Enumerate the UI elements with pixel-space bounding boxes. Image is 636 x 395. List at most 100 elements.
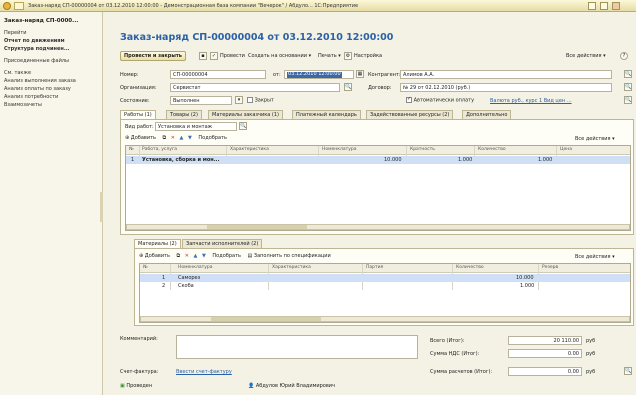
settings-button[interactable]: Настройка xyxy=(354,53,382,64)
post-icon[interactable]: ✓ xyxy=(210,52,218,60)
organization-search-icon[interactable]: 🔍 xyxy=(344,83,352,91)
payment-search-icon[interactable]: 🔍 xyxy=(624,367,632,375)
tab-customer-materials[interactable]: Материалы заказчика (1) xyxy=(208,110,284,119)
sidebar-item-movements-report[interactable]: Отчет по движениям xyxy=(4,38,65,44)
vat-field: 0.00 xyxy=(508,349,582,358)
fill-by-spec-button[interactable]: ▤ Заполнить по спецификации xyxy=(248,253,331,259)
materials-pick-button[interactable]: Подобрать xyxy=(212,253,241,259)
save-icon[interactable]: ▪ xyxy=(199,52,207,60)
col-quantity: Количество xyxy=(456,265,484,270)
materials-move-down-icon[interactable]: ▼ xyxy=(202,253,206,259)
counterparty-label: Контрагент: xyxy=(368,72,401,78)
user-icon: 👤 xyxy=(248,383,255,389)
materials-toolbar: ⊕ Добавить ⧉ ✕ ▲ ▼ Подобрать ▤ Заполнить… xyxy=(139,253,331,259)
col-number: № xyxy=(129,147,134,152)
sidebar-item-demand-analysis[interactable]: Анализ потребности xyxy=(4,94,58,100)
works-add-button[interactable]: ⊕ Добавить xyxy=(125,135,156,141)
state-dropdown-icon[interactable]: ▾ xyxy=(235,96,243,104)
tab-works[interactable]: Работы (1) xyxy=(120,110,156,119)
sidebar-splitter[interactable] xyxy=(100,192,103,222)
settings-icon[interactable]: ⚙ xyxy=(344,52,352,60)
maximize-button[interactable] xyxy=(600,2,608,10)
works-delete-icon[interactable]: ✕ xyxy=(171,135,175,141)
works-all-actions-button[interactable]: Все действия ▾ xyxy=(575,136,615,142)
works-copy-icon[interactable]: ⧉ xyxy=(163,135,167,141)
currency-search-icon[interactable]: 🔍 xyxy=(624,96,632,104)
col-reserve: Резерв xyxy=(542,265,559,270)
works-move-down-icon[interactable]: ▼ xyxy=(188,135,192,141)
sidebar-item-structure[interactable]: Структура подчинен... xyxy=(4,46,70,52)
col-number: № xyxy=(143,265,148,270)
vat-currency: руб xyxy=(586,351,596,357)
print-button[interactable]: Печать ▾ xyxy=(318,53,341,64)
sidebar-item-see-also: См. также xyxy=(4,70,32,76)
tab-executor-parts[interactable]: Запчасти исполнителей (2) xyxy=(182,239,263,248)
materials-move-up-icon[interactable]: ▲ xyxy=(194,253,198,259)
col-multiplicity: Кратность xyxy=(410,147,435,152)
window-menu-icon[interactable] xyxy=(14,2,24,10)
closed-checkbox[interactable]: Закрыт xyxy=(247,97,274,104)
materials-all-actions-button[interactable]: Все действия ▾ xyxy=(575,254,615,260)
number-field[interactable]: СП-00000004 xyxy=(170,70,266,79)
sidebar-item-goto: Перейти xyxy=(4,30,27,36)
tab-materials[interactable]: Материалы (2) xyxy=(134,239,181,248)
tab-resources[interactable]: Задействованные ресурсы (2) xyxy=(366,110,454,119)
table-row[interactable]: 1 Установка, сборка и мон... 10.000 1.00… xyxy=(126,156,630,164)
col-characteristic: Характеристика xyxy=(272,265,311,270)
sidebar-item-document[interactable]: Заказ-наряд СП-0000... xyxy=(4,18,78,24)
materials-add-button[interactable]: ⊕ Добавить xyxy=(139,253,170,259)
sidebar-item-order-execution[interactable]: Анализ выполнения заказа xyxy=(4,78,76,84)
tab-additional[interactable]: Дополнительно xyxy=(462,110,512,119)
post-button[interactable]: Провести xyxy=(220,53,245,64)
auto-payment-checkbox[interactable]: Автоматически оплату xyxy=(406,97,474,104)
state-field[interactable]: Выполнен xyxy=(170,96,232,105)
sidebar-item-offsets[interactable]: Взаимозачеты xyxy=(4,102,42,108)
total-field: 20 110.00 xyxy=(508,336,582,345)
work-kind-field[interactable]: Установка и монтаж xyxy=(155,122,237,131)
tab-goods[interactable]: Товары (2) xyxy=(166,110,202,119)
table-row[interactable]: 2 Скоба 1.000 xyxy=(140,282,630,290)
work-kind-search-icon[interactable]: 🔍 xyxy=(239,122,247,130)
app-logo-icon[interactable] xyxy=(3,2,11,10)
materials-table: № Номенклатура Характеристика Партия Кол… xyxy=(139,263,631,323)
works-panel: Вид работ: Установка и монтаж 🔍 ⊕ Добави… xyxy=(120,119,634,235)
all-actions-button[interactable]: Все действия ▾ xyxy=(566,53,606,64)
materials-delete-icon[interactable]: ✕ xyxy=(185,253,189,259)
works-move-up-icon[interactable]: ▲ xyxy=(180,135,184,141)
materials-panel: ⊕ Добавить ⧉ ✕ ▲ ▼ Подобрать ▤ Заполнить… xyxy=(134,248,634,326)
document-form: Заказ-наряд СП-00000004 от 03.12.2010 12… xyxy=(104,12,636,395)
calendar-icon[interactable]: ▦ xyxy=(356,70,364,78)
contract-label: Договор: xyxy=(368,85,392,91)
col-quantity: Количество xyxy=(478,147,506,152)
close-button[interactable] xyxy=(612,2,620,10)
contract-field[interactable]: № 29 от 02.12.2010 (руб.) xyxy=(400,83,612,92)
form-toolbar: Провести и закрыть xyxy=(120,51,186,62)
help-icon[interactable]: ? xyxy=(620,52,628,60)
date-field[interactable]: 03.12.2010 12:00:00 xyxy=(284,70,354,79)
contract-search-icon[interactable]: 🔍 xyxy=(624,83,632,91)
organization-field[interactable]: Сервистат xyxy=(170,83,340,92)
sidebar-item-order-payment[interactable]: Анализ оплаты по заказу xyxy=(4,86,71,92)
currency-link[interactable]: Валюта руб., курс 1 Вид цен ... xyxy=(490,98,572,104)
works-horizontal-scrollbar[interactable] xyxy=(126,224,630,230)
tab-payment-calendar[interactable]: Платежный календарь xyxy=(292,110,361,119)
enter-invoice-link[interactable]: Ввести счет-фактуру xyxy=(176,369,232,375)
number-label: Номер: xyxy=(120,72,139,78)
table-row[interactable]: 1 Саморез 10.000 xyxy=(140,274,630,282)
create-based-on-button[interactable]: Создать на основании ▾ xyxy=(248,53,311,64)
sidebar-item-files[interactable]: Присоединенные файлы xyxy=(4,58,69,64)
materials-table-header: № Номенклатура Характеристика Партия Кол… xyxy=(140,264,630,273)
comment-field[interactable] xyxy=(176,335,418,359)
post-and-close-button[interactable]: Провести и закрыть xyxy=(120,51,186,61)
minimize-button[interactable] xyxy=(588,2,596,10)
works-pick-button[interactable]: Подобрать xyxy=(198,135,227,141)
counterparty-search-icon[interactable]: 🔍 xyxy=(624,70,632,78)
posted-icon: ▣ xyxy=(120,383,125,389)
page-title: Заказ-наряд СП-00000004 от 03.12.2010 12… xyxy=(120,32,394,43)
materials-copy-icon[interactable]: ⧉ xyxy=(177,253,181,259)
posted-status: ▣ Проведен xyxy=(120,383,153,389)
col-characteristic: Характеристика xyxy=(230,147,269,152)
work-kind-label: Вид работ: xyxy=(125,124,154,130)
materials-horizontal-scrollbar[interactable] xyxy=(140,316,630,322)
counterparty-field[interactable]: Алимов А.А. xyxy=(400,70,612,79)
